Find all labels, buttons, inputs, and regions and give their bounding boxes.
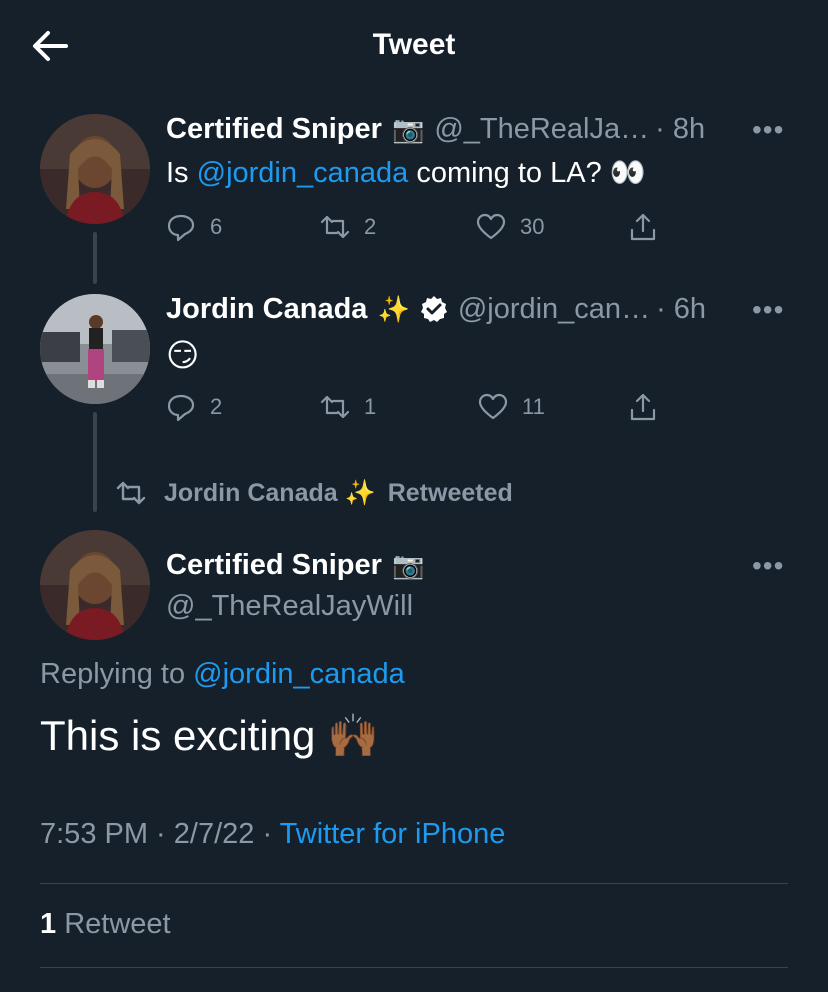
sparkles-emoji: ✨: [377, 293, 410, 324]
page-title: Tweet: [372, 28, 456, 61]
reply-icon: [167, 394, 195, 422]
reply-icon: [167, 214, 195, 242]
retweet-button[interactable]: 2: [320, 212, 476, 242]
display-name[interactable]: Certified Sniper: [166, 113, 382, 146]
tweet-timestamp[interactable]: 7:53 PM · 2/7/22 ·: [40, 818, 272, 850]
handle[interactable]: @_TheRealJa…: [434, 113, 649, 146]
retweet-stat-label: Retweet: [64, 908, 171, 940]
tweet-text-part: Is: [166, 157, 197, 189]
reply-count: 2: [210, 394, 223, 419]
tweet-header: Certified Sniper 📷: [166, 548, 424, 582]
handle[interactable]: @jordin_can…: [458, 293, 650, 326]
display-name[interactable]: Jordin Canada: [166, 293, 367, 326]
retweeted-label: Retweeted: [387, 478, 513, 507]
retweet-count: 2: [364, 214, 377, 239]
divider: [40, 883, 788, 884]
timestamp[interactable]: · 8h: [655, 113, 705, 146]
handle[interactable]: @_TheRealJayWill: [166, 590, 413, 623]
divider: [40, 967, 788, 968]
more-options-button[interactable]: •••: [752, 294, 784, 326]
tweet-text: 😏: [166, 337, 200, 373]
replying-to: Replying to @jordin_canada: [40, 658, 405, 691]
retweeted-banner[interactable]: Jordin Canada ✨ Retweeted: [112, 478, 513, 508]
tweet-text: This is exciting 🙌🏾: [40, 712, 380, 759]
avatar[interactable]: [40, 530, 150, 640]
timestamp[interactable]: · 6h: [656, 293, 706, 326]
thread-line: [93, 412, 97, 512]
tweet-text: Is @jordin_canada coming to LA? 👀: [166, 156, 646, 190]
like-button[interactable]: 30: [476, 212, 628, 242]
retweet-stat-count: 1: [40, 908, 57, 940]
camera-emoji: 📷: [391, 549, 425, 580]
retweet-icon: [320, 215, 350, 239]
retweet-count: 1: [364, 394, 377, 419]
more-options-button[interactable]: •••: [752, 114, 784, 146]
share-icon: [630, 393, 656, 421]
tweet-header: Certified Sniper 📷 @_TheRealJa… · 8h: [166, 112, 705, 146]
tweet-header: Jordin Canada ✨ @jordin_can… · 6h: [166, 292, 706, 326]
like-button[interactable]: 11: [478, 392, 628, 422]
tweet-meta: 7:53 PM · 2/7/22 · Twitter for iPhone: [40, 818, 505, 851]
mention-link[interactable]: @jordin_canada: [197, 157, 409, 189]
heart-icon: [476, 213, 506, 240]
share-button[interactable]: [628, 392, 672, 422]
source-link[interactable]: Twitter for iPhone: [280, 818, 506, 850]
like-count: 11: [522, 394, 545, 419]
retweet-icon: [116, 481, 146, 505]
share-icon: [630, 213, 656, 241]
reply-count: 6: [210, 214, 223, 239]
like-count: 30: [520, 214, 545, 239]
display-name[interactable]: Certified Sniper: [166, 549, 382, 582]
thread-line: [93, 232, 97, 284]
retweet-button[interactable]: 1: [320, 392, 478, 422]
reply-button[interactable]: 6: [166, 212, 320, 242]
avatar[interactable]: [40, 294, 150, 404]
tweet-actions: 6 2 30: [166, 212, 672, 242]
retweet-icon: [320, 395, 350, 419]
verified-badge-icon: [420, 296, 447, 322]
retweeter-name: Jordin Canada ✨: [164, 478, 376, 507]
share-button[interactable]: [628, 212, 672, 242]
mention-link[interactable]: @jordin_canada: [193, 658, 405, 690]
reply-button[interactable]: 2: [166, 392, 320, 422]
more-options-button[interactable]: •••: [752, 550, 784, 582]
retweet-stats[interactable]: 1 Retweet: [40, 908, 171, 941]
avatar[interactable]: [40, 114, 150, 224]
heart-icon: [478, 393, 508, 420]
camera-emoji: 📷: [391, 113, 425, 144]
tweet-text-part: coming to LA? 👀: [408, 157, 646, 189]
tweet-actions: 2 1 11: [166, 392, 672, 422]
replying-to-label: Replying to: [40, 658, 186, 690]
